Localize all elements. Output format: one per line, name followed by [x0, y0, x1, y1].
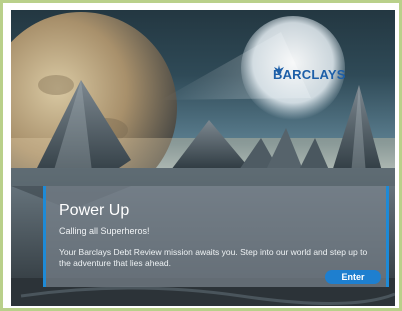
intro-panel: Power Up Calling all Superheros! Your Ba… [43, 186, 389, 287]
panel-subtitle: Calling all Superheros! [59, 226, 150, 236]
content-frame: BARCLAYS Power Up Calling all Superheros… [0, 0, 402, 311]
eagle-icon [274, 65, 284, 75]
panel-title: Power Up [59, 202, 130, 219]
barclays-logo: BARCLAYS [273, 64, 363, 84]
panel-body-text: Your Barclays Debt Review mission awaits… [59, 247, 368, 268]
enter-button[interactable]: Enter [325, 270, 381, 284]
game-scene: BARCLAYS Power Up Calling all Superheros… [11, 10, 395, 306]
